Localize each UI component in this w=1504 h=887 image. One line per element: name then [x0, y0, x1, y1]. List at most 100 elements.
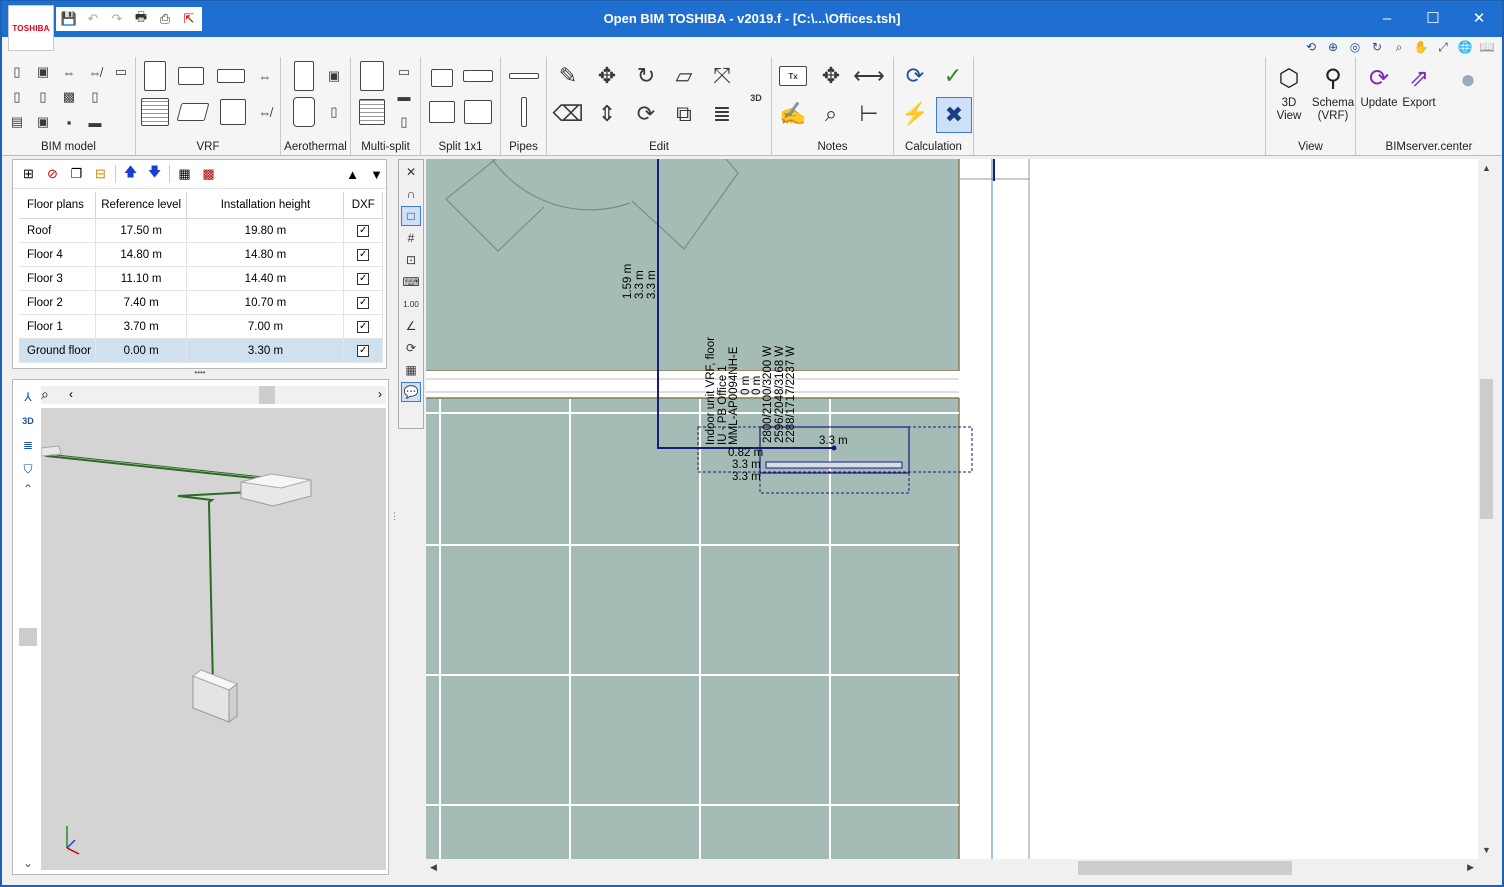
scroll-left-icon[interactable]: ‹ — [69, 387, 73, 401]
web-icon[interactable]: ⊕ — [1324, 39, 1342, 55]
col-dxf[interactable]: DXF — [343, 192, 383, 219]
move-note-icon[interactable]: ✥ — [816, 61, 846, 91]
user-avatar-icon[interactable]: ● — [1450, 61, 1486, 97]
3d-indoor-unit[interactable] — [191, 669, 239, 723]
grid-icon[interactable]: ▩ — [60, 88, 78, 106]
vrf-connector-icon[interactable]: ⇔ — [256, 67, 274, 85]
rotate-copy-icon[interactable]: ⟳ — [631, 99, 661, 129]
plan-hscroll-thumb[interactable] — [1078, 861, 1292, 875]
dimension-icon[interactable]: ⟷ — [853, 61, 885, 91]
aero-valve-icon[interactable]: ▯ — [325, 103, 343, 121]
roof-icon[interactable]: ▬ — [86, 113, 104, 131]
zoom-window-icon[interactable]: ⌕ — [1390, 39, 1408, 55]
ms-pipe-icon[interactable]: ▬ — [395, 87, 413, 105]
collapse-up-icon[interactable]: ▲ — [343, 165, 362, 184]
dxf-manage-icon[interactable]: ▦ — [175, 165, 194, 184]
layers-3d-icon[interactable]: ≣ — [19, 436, 37, 454]
move-icon[interactable]: ✥ — [592, 61, 622, 91]
grid-snap-icon[interactable]: # — [401, 228, 421, 248]
minimize-button[interactable]: – — [1364, 1, 1410, 35]
toshiba-logo[interactable]: TOSHIBA — [8, 5, 54, 51]
pan-hand-icon[interactable]: ✋ — [1412, 39, 1430, 55]
indoor-unit-body[interactable] — [765, 461, 903, 469]
split-outdoor-icon[interactable] — [427, 63, 457, 93]
check-errors-icon[interactable]: ✓ — [938, 61, 968, 91]
print-icon[interactable]: 🖶 — [132, 9, 150, 28]
split-ducted-icon[interactable] — [463, 97, 493, 127]
help-icon[interactable]: ⟲ — [1302, 39, 1320, 55]
column-icon[interactable]: ▣ — [34, 63, 52, 81]
dimension-vertical-icon[interactable]: ⊢ — [854, 99, 884, 129]
floor-row[interactable]: Floor 1 3.70 m 7.00 m ✓ — [19, 314, 383, 339]
fit-icon[interactable]: ⤢ — [1434, 39, 1452, 55]
plan-canvas[interactable]: 1.59 m 3.3 m 3.3 m Indoor unit VRF, floo… — [426, 159, 1478, 859]
col-installation-height[interactable]: Installation height — [186, 192, 345, 219]
refresh-icon[interactable]: ↻ — [1368, 39, 1386, 55]
snap-point-icon[interactable]: ⊡ — [401, 250, 421, 270]
window-icon[interactable]: ⇎ — [86, 63, 104, 81]
add-floor-icon[interactable]: ⊞ — [19, 165, 38, 184]
rotate-icon[interactable]: ↻ — [631, 61, 661, 91]
keyboard-icon[interactable]: ⌨ — [401, 272, 421, 292]
globe-icon[interactable]: 🌐 — [1456, 39, 1474, 55]
move-up-icon[interactable]: 🡅 — [121, 164, 140, 184]
magnet-icon[interactable]: ∩ — [401, 184, 421, 204]
export-pdf-icon[interactable]: ⇱ — [180, 10, 198, 28]
copy-floor-icon[interactable]: ❐ — [67, 165, 86, 184]
cancel-calculation-icon[interactable]: ✖ — [936, 97, 972, 133]
aero-hydro-icon[interactable] — [289, 97, 319, 127]
pipe-vertical-icon[interactable] — [509, 97, 539, 127]
split-wall-icon[interactable] — [463, 61, 493, 91]
pencil-edit-icon[interactable]: ✎ — [553, 61, 583, 91]
door-icon[interactable]: ⇔ — [60, 63, 78, 81]
layers-icon[interactable]: ≣ — [707, 99, 737, 129]
aero-outdoor-icon[interactable] — [289, 61, 319, 91]
magic-wand-icon[interactable]: ⚡ — [900, 99, 930, 129]
zoom-3d-icon[interactable]: ⌕ — [41, 386, 49, 403]
floor-row[interactable]: Floor 4 14.80 m 14.80 m ✓ — [19, 242, 383, 267]
duplicate-icon[interactable]: ⧉ — [669, 99, 699, 129]
rotate-view-icon[interactable]: ⟳ — [401, 338, 421, 358]
dxf-checkbox[interactable]: ✓ — [357, 321, 370, 333]
ms-wall-icon[interactable]: ▭ — [395, 63, 413, 81]
beam-icon[interactable]: ▪ — [60, 113, 78, 131]
wall-icon[interactable]: ▯ — [8, 63, 26, 81]
col-reference-level[interactable]: Reference level — [95, 192, 188, 219]
vrf-cassette-icon[interactable] — [176, 61, 206, 91]
copy-plan-icon[interactable]: ▱ — [669, 61, 699, 91]
pipe-horizontal-icon[interactable] — [509, 61, 539, 91]
plan-vertical-scrollbar[interactable]: ▲ ▼ — [1478, 159, 1495, 859]
dxf-checkbox[interactable]: ✓ — [357, 249, 370, 261]
search-note-icon[interactable]: ⌕ — [816, 99, 846, 129]
shield-icon[interactable]: ⛉ — [19, 460, 37, 478]
move-3d-icon[interactable]: ⤧ — [707, 61, 737, 91]
3d-hscroll-thumb[interactable] — [259, 386, 275, 404]
calculate-icon[interactable]: ⟳ — [900, 61, 930, 91]
vrf-wall-unit-icon[interactable] — [216, 61, 246, 91]
scroll-down-icon[interactable]: ⌄ — [19, 854, 37, 872]
scroll-right-icon[interactable]: › — [378, 387, 382, 401]
select-rect-icon[interactable]: □ — [401, 206, 421, 226]
stair-icon[interactable]: ▤ — [8, 113, 26, 131]
delete-floor-icon[interactable]: ⊘ — [43, 165, 62, 184]
update-button[interactable]: ⟳ Update — [1358, 61, 1400, 110]
scroll-up-icon[interactable]: ⌃ — [19, 480, 37, 498]
maximize-button[interactable]: ☐ — [1410, 1, 1456, 35]
eraser-icon[interactable]: ⌫ — [552, 99, 583, 129]
save-icon[interactable]: 💾 — [60, 10, 78, 28]
3d-icon[interactable]: 3D — [747, 89, 765, 107]
zone-icon[interactable]: ▣ — [34, 113, 52, 131]
text-note-icon[interactable]: Tx — [778, 61, 808, 91]
angle-icon[interactable]: ∠ — [401, 316, 421, 336]
axes-icon[interactable]: ⅄ — [19, 388, 37, 406]
floor-row[interactable]: Ground floor 0.00 m 3.30 m ✓ — [19, 338, 383, 363]
vrf-floor-unit-icon[interactable] — [176, 97, 210, 127]
dxf-checkbox[interactable]: ✓ — [357, 225, 370, 237]
dxf-checkbox[interactable]: ✓ — [357, 297, 370, 309]
opening-icon[interactable]: ▯ — [86, 88, 104, 106]
print-preview-icon[interactable]: ⎙ — [156, 10, 174, 28]
redo-icon[interactable]: ↷ — [108, 10, 126, 28]
slab-icon[interactable]: ▭ — [112, 63, 130, 81]
3d-outdoor-unit[interactable] — [240, 473, 312, 507]
undo-icon[interactable]: ↶ — [84, 10, 102, 28]
